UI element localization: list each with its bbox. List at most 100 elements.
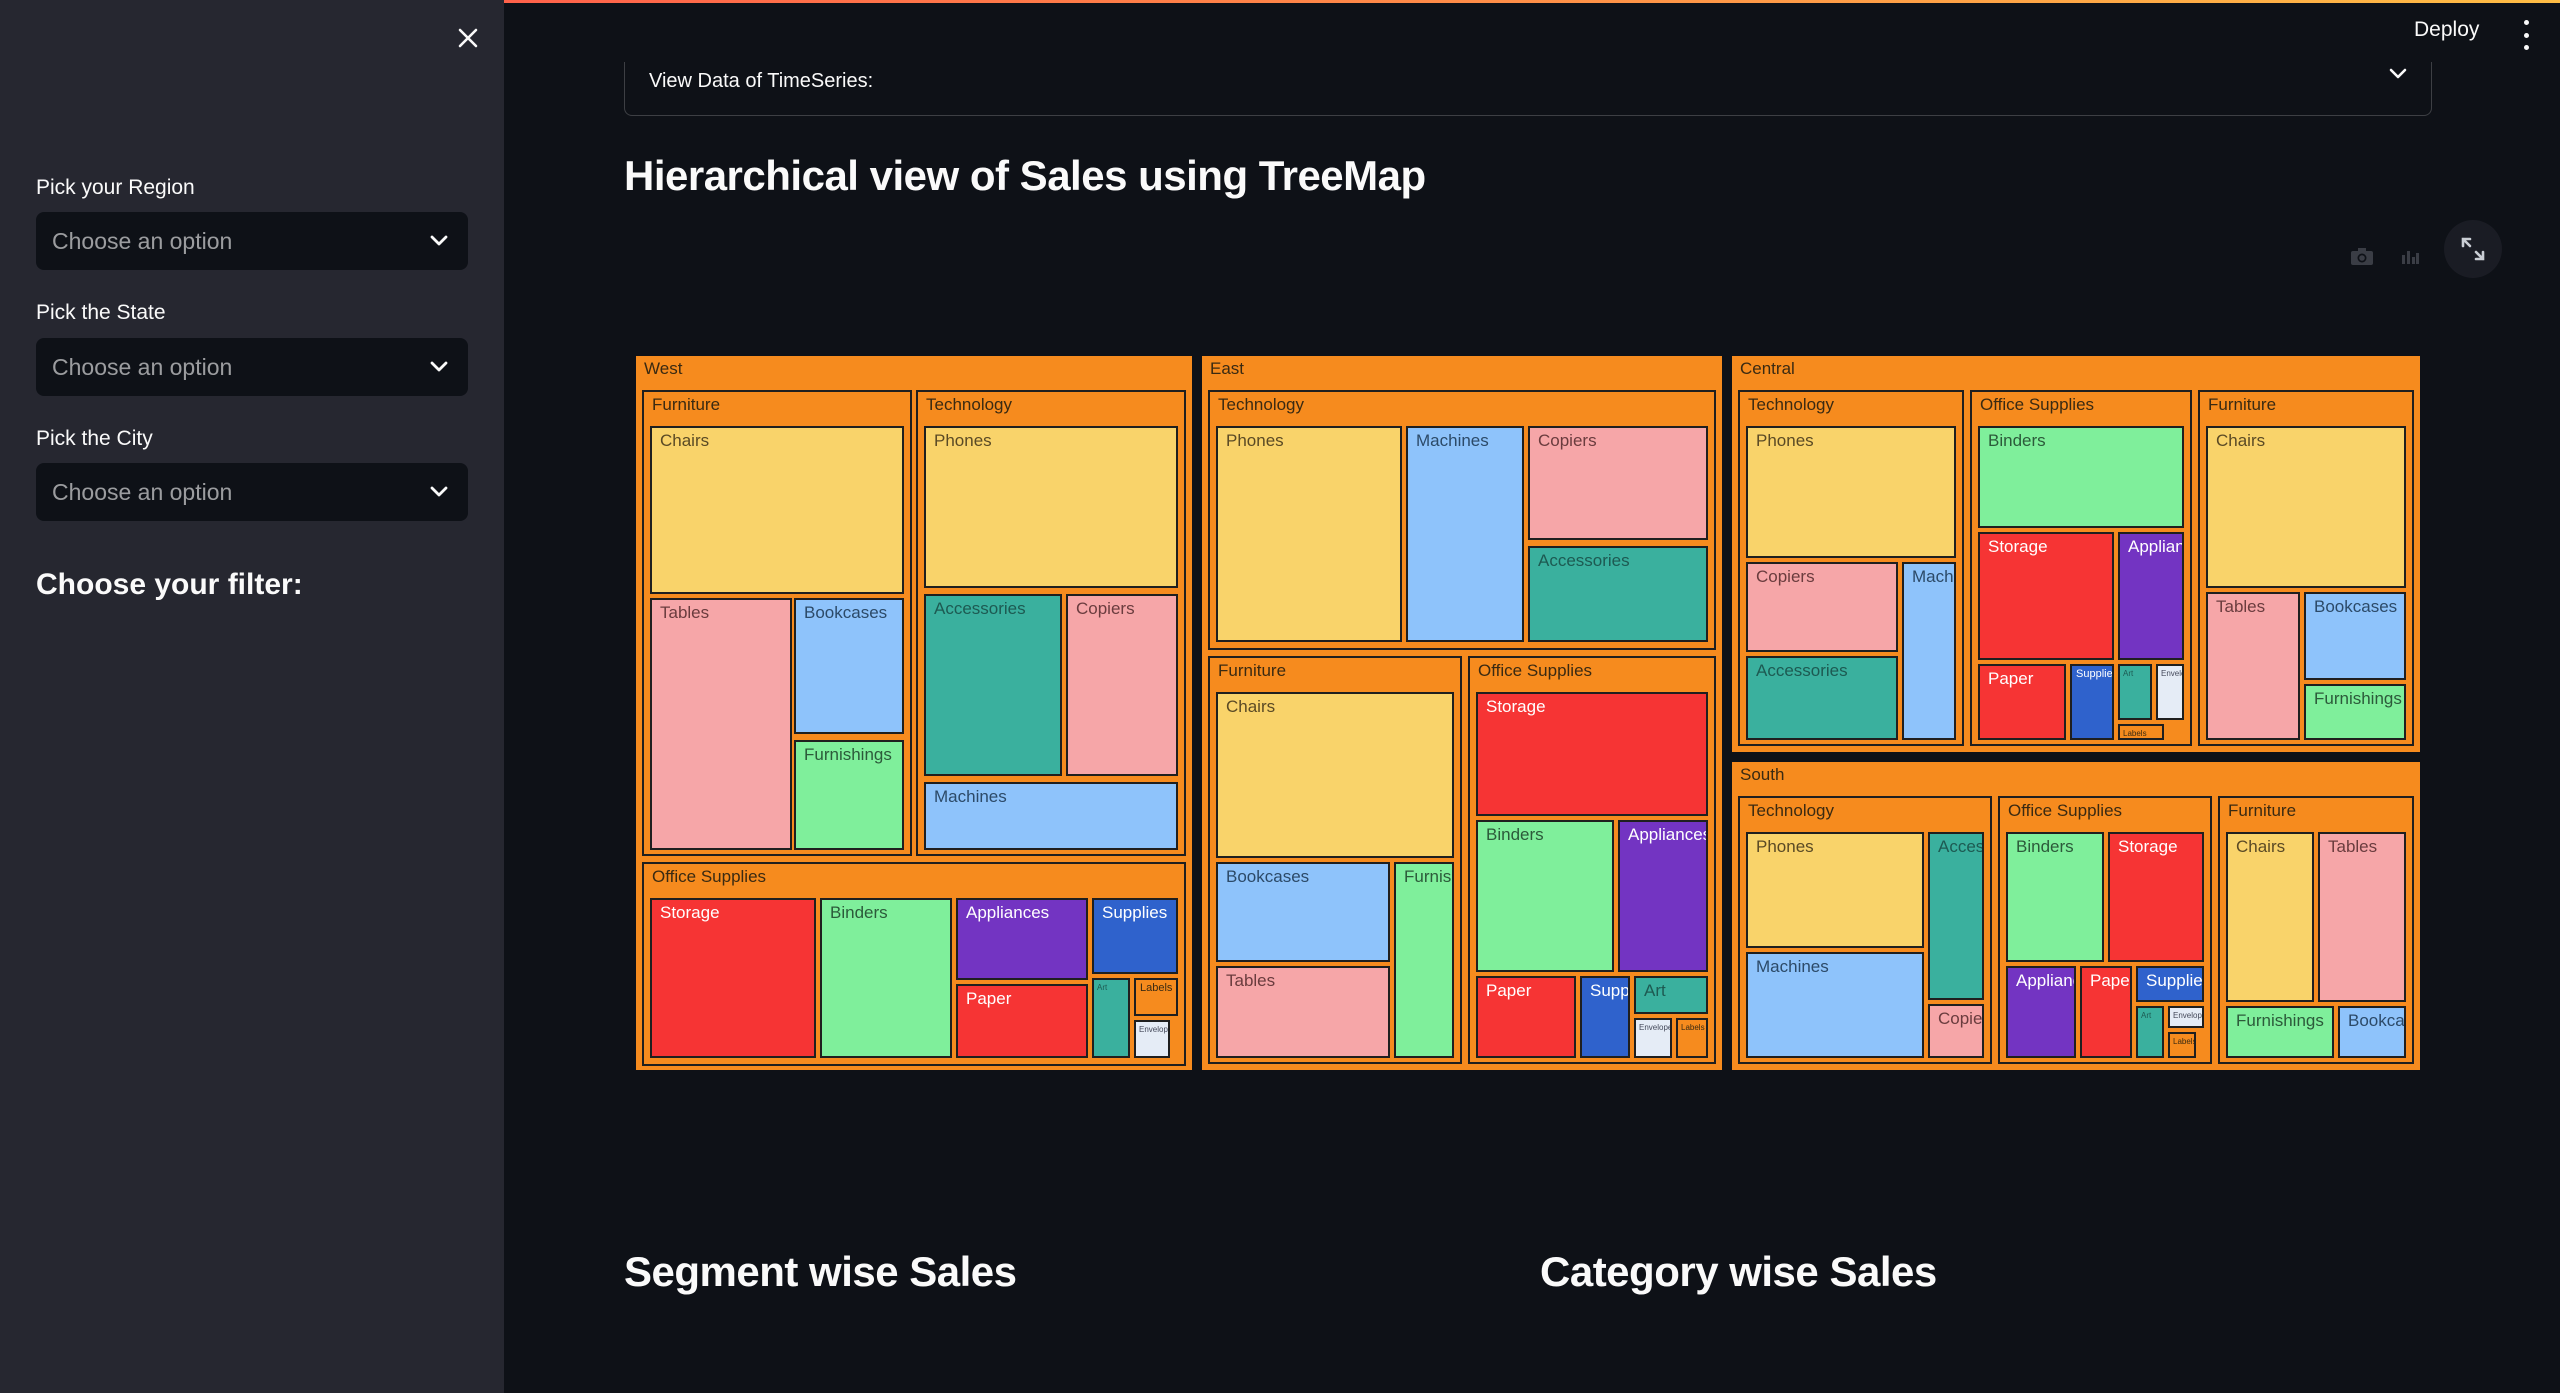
treemap-tile-label: West <box>644 359 683 378</box>
state-select[interactable]: Choose an option <box>36 338 468 396</box>
main-menu-button[interactable] <box>2516 20 2536 50</box>
treemap-tile-central-os-paper[interactable]: Paper <box>1978 664 2066 740</box>
treemap-tile-south-os-binders[interactable]: Binders <box>2006 832 2104 962</box>
treemap-tile-central-os-supplies[interactable]: Supplies <box>2070 664 2114 740</box>
treemap-tile-west-tech-machines[interactable]: Machines <box>924 782 1178 850</box>
treemap-tile-label: Furnishings <box>2236 1011 2324 1030</box>
treemap-tile-west-os-envelopes[interactable]: Envelopes <box>1134 1020 1170 1058</box>
treemap-tile-label: Accessories <box>1538 551 1630 570</box>
treemap-tile-east-furniture-chairs[interactable]: Chairs <box>1216 692 1454 858</box>
treemap-tile-label: Binders <box>1988 431 2046 450</box>
treemap-tile-west-furniture-chairs[interactable]: Chairs <box>650 426 904 594</box>
treemap-tile-south-os-storage[interactable]: Storage <box>2108 832 2204 962</box>
treemap-tile-west-os-art[interactable]: Art <box>1092 978 1130 1058</box>
treemap-tile-label: Phones <box>1756 431 1814 450</box>
treemap-tile-south-tech-copiers[interactable]: Copiers <box>1928 1004 1984 1058</box>
treemap-tile-label: Machines <box>1756 957 1829 976</box>
treemap-tile-east-tech-copiers[interactable]: Copiers <box>1528 426 1708 540</box>
vertical-dots-icon <box>2523 45 2529 50</box>
treemap-tile-label: Tables <box>2216 597 2266 616</box>
treemap-tile-label: East <box>1210 359 1245 378</box>
deploy-button[interactable]: Deploy <box>2414 18 2479 42</box>
treemap-tile-label: Bookcases <box>2348 1011 2405 1030</box>
treemap-tile-east-tech-machines[interactable]: Machines <box>1406 426 1524 642</box>
treemap-tile-west-tech-accessories[interactable]: Accessories <box>924 594 1062 776</box>
treemap-tile-central-os-labels[interactable]: Labels <box>2118 724 2164 740</box>
treemap-tile-west-os-labels[interactable]: Labels <box>1134 978 1178 1016</box>
treemap-tile-central-tech-phones[interactable]: Phones <box>1746 426 1956 558</box>
treemap-tile-label: Art <box>2123 669 2134 678</box>
treemap-tile-east-os-art[interactable]: Art <box>1634 976 1708 1014</box>
treemap-tile-west-furniture-tables[interactable]: Tables <box>650 598 792 850</box>
treemap-tile-central-os-envelopes[interactable]: Envelopes <box>2156 664 2184 720</box>
treemap-tile-south-tech-machines[interactable]: Machines <box>1746 952 1924 1058</box>
treemap-tile-east-os-envelopes[interactable]: Envelopes <box>1634 1018 1672 1058</box>
treemap-tile-east-furniture-furnishings[interactable]: Furnishings <box>1394 862 1454 1058</box>
city-filter-label: Pick the City <box>36 427 153 450</box>
treemap-tile-south-furniture-furnishings[interactable]: Furnishings <box>2226 1006 2334 1058</box>
region-select[interactable]: Choose an option <box>36 212 468 270</box>
sales-treemap[interactable]: West Furniture Chairs Tables Bookcases Furnis… <box>632 352 2424 1074</box>
treemap-tile-label: Tables <box>2328 837 2378 856</box>
treemap-tile-east-os-labels[interactable]: Labels <box>1676 1018 1708 1058</box>
treemap-tile-south-tech-phones[interactable]: Phones <box>1746 832 1924 948</box>
treemap-tile-label: Accessories <box>934 599 1026 618</box>
fullscreen-button[interactable] <box>2444 220 2502 278</box>
autoscale-button[interactable] <box>2396 242 2424 270</box>
treemap-tile-west-furniture-furnishings[interactable]: Furnishings <box>794 740 904 850</box>
treemap-tile-central-tech-accessories[interactable]: Accessories <box>1746 656 1898 740</box>
treemap-tile-central-furniture-chairs[interactable]: Chairs <box>2206 426 2406 588</box>
treemap-tile-central-furniture-bookcases[interactable]: Bookcases <box>2304 592 2406 680</box>
close-sidebar-button[interactable] <box>452 22 484 54</box>
treemap-tile-west-furniture-bookcases[interactable]: Bookcases <box>794 598 904 734</box>
treemap-tile-label: Furniture <box>652 395 721 414</box>
treemap-tile-central-tech-machines[interactable]: Machines <box>1902 562 1956 740</box>
treemap-tile-central-furniture-tables[interactable]: Tables <box>2206 592 2300 740</box>
treemap-tile-east-furniture-bookcases[interactable]: Bookcases <box>1216 862 1390 962</box>
treemap-tile-east-os-appliances[interactable]: Appliances <box>1618 820 1708 972</box>
treemap-tile-central-os-binders[interactable]: Binders <box>1978 426 2184 528</box>
treemap-tile-west-os-binders[interactable]: Binders <box>820 898 952 1058</box>
treemap-tile-east-tech-phones[interactable]: Phones <box>1216 426 1402 642</box>
treemap-tile-label: Accessories <box>1756 661 1848 680</box>
treemap-tile-central-furniture-furnishings[interactable]: Furnishings <box>2304 684 2406 740</box>
treemap-tile-east-furniture-tables[interactable]: Tables <box>1216 966 1390 1058</box>
treemap-tile-west-tech-copiers[interactable]: Copiers <box>1066 594 1178 776</box>
treemap-tile-south-furniture-bookcases[interactable]: Bookcases <box>2338 1006 2406 1058</box>
treemap-tile-label: Appliances <box>1628 825 1708 844</box>
treemap-tile-central-os-appliances[interactable]: Appliances <box>2118 532 2184 660</box>
treemap-tile-west-os-appliances[interactable]: Appliances <box>956 898 1088 980</box>
treemap-tile-west-os-supplies[interactable]: Supplies <box>1092 898 1178 974</box>
treemap-tile-label: Paper <box>1988 669 2034 688</box>
vertical-dots-icon <box>2523 32 2529 38</box>
treemap-tile-south-os-labels[interactable]: Labels <box>2168 1032 2196 1058</box>
close-icon <box>458 28 478 48</box>
treemap-tile-central-tech-copiers[interactable]: Copiers <box>1746 562 1898 652</box>
treemap-tile-west-tech-phones[interactable]: Phones <box>924 426 1178 588</box>
download-png-button[interactable] <box>2348 242 2376 270</box>
treemap-tile-central-os-art[interactable]: Art <box>2118 664 2152 720</box>
treemap-tile-west-os-paper[interactable]: Paper <box>956 984 1088 1058</box>
treemap-tile-south-furniture-chairs[interactable]: Chairs <box>2226 832 2314 1002</box>
treemap-tile-label: Furnishings <box>1404 867 1452 886</box>
treemap-tile-south-furniture-tables[interactable]: Tables <box>2318 832 2406 1002</box>
treemap-tile-east-os-binders[interactable]: Binders <box>1476 820 1614 972</box>
treemap-tile-south-os-paper[interactable]: Paper <box>2080 966 2132 1058</box>
treemap-tile-east-tech-accessories[interactable]: Accessories <box>1528 546 1708 642</box>
treemap-tile-west-os-storage[interactable]: Storage <box>650 898 816 1058</box>
city-select-placeholder: Choose an option <box>52 478 233 505</box>
treemap-tile-south-tech-accessories[interactable]: Accessories <box>1928 832 1984 1000</box>
treemap-tile-south-os-supplies[interactable]: Supplies <box>2136 966 2204 1002</box>
treemap-tile-east-os-paper[interactable]: Paper <box>1476 976 1576 1058</box>
treemap-tile-label: South <box>1740 765 1785 784</box>
treemap-tile-south-os-appliances[interactable]: Appliances <box>2006 966 2076 1058</box>
treemap-tile-central-os-storage[interactable]: Storage <box>1978 532 2114 660</box>
timeseries-expander[interactable]: View Data of TimeSeries: <box>624 62 2432 116</box>
city-select[interactable]: Choose an option <box>36 463 468 521</box>
treemap-tile-south-os-art[interactable]: Art <box>2136 1006 2164 1058</box>
treemap-tile-label: Furnishings <box>804 745 892 764</box>
treemap-tile-east-os-storage[interactable]: Storage <box>1476 692 1708 816</box>
treemap-tile-label: Chairs <box>660 431 710 450</box>
treemap-tile-east-os-supplies[interactable]: Supplies <box>1580 976 1630 1058</box>
treemap-tile-south-os-envelopes[interactable]: Envelopes <box>2168 1006 2204 1028</box>
